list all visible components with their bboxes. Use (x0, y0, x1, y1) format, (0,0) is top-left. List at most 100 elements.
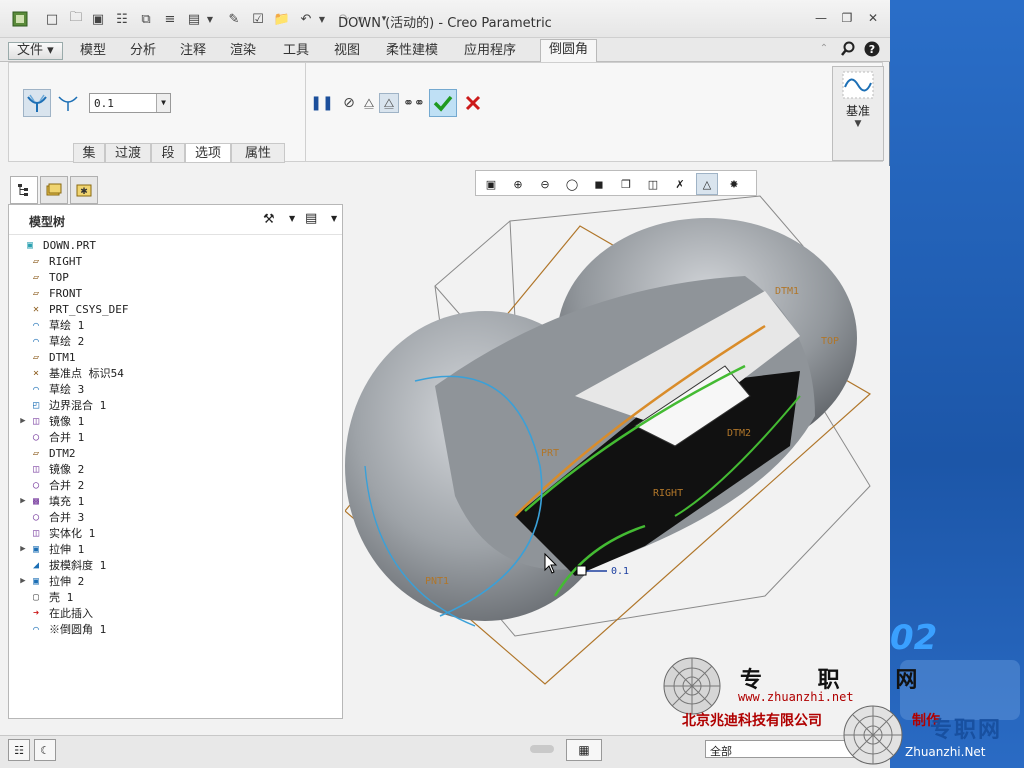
progress-indicator (530, 745, 554, 753)
separate-preview-icon[interactable]: ⧋ (359, 93, 379, 113)
tab-tools[interactable]: 工具 (275, 41, 317, 61)
tree-item[interactable]: ▶ ▩ 填充 1 (9, 493, 84, 509)
merge-icon: ◯ (32, 479, 40, 491)
apply-button[interactable] (429, 89, 457, 117)
datum-point-icon: × (32, 367, 40, 379)
tree-item[interactable]: ▱ RIGHT (9, 253, 82, 269)
repaint-icon[interactable]: ◯ (561, 173, 583, 195)
display-style-icon[interactable]: ◼ (588, 173, 610, 195)
expand-arrow-icon[interactable]: ▶ (17, 416, 29, 426)
tree-item[interactable]: ◯ 合并 2 (9, 477, 84, 493)
tree-item[interactable]: ▢ 壳 1 (9, 589, 73, 605)
zoom-out-icon[interactable]: ⊖ (534, 173, 556, 195)
find-icon[interactable]: ▦ (566, 739, 602, 761)
full-round-icon[interactable] (55, 89, 81, 117)
tree-item[interactable]: ◢ 拔模斜度 1 (9, 557, 106, 573)
verify-preview-icon[interactable]: ⧋ (379, 93, 399, 113)
datum-dropdown-icon[interactable]: ▼ (833, 119, 883, 129)
expand-arrow-icon[interactable]: ▶ (17, 576, 29, 586)
tree-filter-icon[interactable]: ▤ (305, 211, 317, 226)
tab-flexible-modeling[interactable]: 柔性建模 (378, 41, 446, 61)
tab-round[interactable]: 倒圆角 (540, 39, 598, 63)
tab-annotate[interactable]: 注释 (172, 41, 214, 61)
help-icon[interactable]: ? (862, 39, 882, 59)
tree-item[interactable]: ▣ DOWN.PRT (9, 237, 96, 253)
no-preview-icon[interactable]: ⊘ (339, 93, 359, 113)
tree-filter-dropdown-icon[interactable]: ▼ (331, 214, 337, 223)
tree-item[interactable]: ✕ PRT_CSYS_DEF (9, 301, 129, 317)
glasses-preview-icon[interactable]: ⚭⚭ (403, 93, 425, 113)
tree-item[interactable]: ▱ FRONT (9, 285, 82, 301)
tree-item[interactable]: ▶ ▣ 拉伸 2 (9, 573, 84, 589)
tab-view[interactable]: 视图 (326, 41, 368, 61)
tree-item[interactable]: ⌒ 草绘 3 (9, 381, 84, 397)
tree-item-label: 在此插入 (49, 607, 93, 620)
datum-group[interactable]: 基准 ▼ (832, 66, 884, 161)
tree-item[interactable]: ⌒ ※倒圆角 1 (9, 621, 106, 637)
cancel-button[interactable] (461, 89, 485, 117)
tree-settings-icon[interactable]: ⚒ (263, 212, 275, 227)
tree-item[interactable]: ◰ 边界混合 1 (9, 397, 106, 413)
tab-applications[interactable]: 应用程序 (456, 41, 524, 61)
expand-arrow-icon[interactable]: ▶ (17, 544, 29, 554)
tree-item[interactable]: ▶ ▣ 拉伸 1 (9, 541, 84, 557)
tab-render[interactable]: 渲染 (222, 41, 264, 61)
tree-item[interactable]: ➜ 在此插入 (9, 605, 93, 621)
spin-center-icon[interactable]: ✸ (723, 173, 745, 195)
restore-icon[interactable]: ❐ (838, 10, 856, 26)
minimize-ribbon-icon[interactable]: ⌃ (814, 38, 834, 58)
tree-item[interactable]: ◫ 实体化 1 (9, 525, 95, 541)
close-icon[interactable]: ✕ (864, 10, 882, 26)
tab-model[interactable]: 模型 (72, 41, 114, 61)
tab-analysis[interactable]: 分析 (122, 41, 164, 61)
tree-item[interactable]: ⌒ 草绘 2 (9, 333, 84, 349)
radius-drag-handle[interactable] (576, 565, 587, 576)
model-tree-tab-icon[interactable] (10, 176, 38, 204)
search-icon[interactable] (838, 39, 858, 59)
datum-display-icon[interactable]: ✗ (669, 173, 691, 195)
right-label: RIGHT (653, 488, 683, 499)
radius-input[interactable]: 0.1 ▼ (89, 93, 171, 113)
subtab-options[interactable]: 选项 (185, 143, 231, 163)
tree-item-label: DOWN.PRT (43, 238, 96, 252)
favorites-tab-icon[interactable]: ✱ (70, 176, 98, 204)
graphics-viewport[interactable]: 0.1 DTM1 TOP PRT DTM2 RIGHT PNT1 (345, 166, 890, 734)
radius-dropdown-icon[interactable]: ▼ (156, 94, 170, 112)
refit-icon[interactable]: ▣ (480, 173, 502, 195)
desktop-badge: 02 (890, 618, 938, 658)
view-manager-icon[interactable]: ◫ (642, 173, 664, 195)
tab-file[interactable]: 文件 ▾ (8, 42, 63, 60)
mirror-icon: ◫ (32, 415, 40, 427)
annotation-display-icon[interactable]: △ (696, 173, 718, 195)
tree-item[interactable]: ⌒ 草绘 1 (9, 317, 84, 333)
svg-text:?: ? (869, 43, 875, 56)
show-navigator-icon[interactable]: ☷ (8, 739, 30, 761)
tree-item[interactable]: ▱ TOP (9, 269, 69, 285)
tree-item[interactable]: ◫ 镜像 2 (9, 461, 84, 477)
selection-filter[interactable]: 全部 (705, 740, 855, 758)
expand-arrow-icon[interactable]: ▶ (17, 496, 29, 506)
minimize-icon[interactable]: — (812, 10, 830, 26)
shell-icon: ▢ (32, 591, 40, 603)
pause-icon[interactable]: ❚❚ (310, 93, 333, 113)
model-tree-title: 模型树 (29, 215, 66, 229)
zoom-in-icon[interactable]: ⊕ (507, 173, 529, 195)
tree-item[interactable]: × 基准点 标识54 (9, 365, 124, 381)
subtab-transitions[interactable]: 过渡 (105, 143, 151, 163)
folder-browser-tab-icon[interactable] (40, 176, 68, 204)
tree-item-label: 拉伸 2 (49, 575, 85, 588)
tree-item[interactable]: ◯ 合并 3 (9, 509, 84, 525)
tree-settings-dropdown-icon[interactable]: ▼ (289, 214, 295, 223)
subtab-pieces[interactable]: 段 (151, 143, 185, 163)
subtab-sets[interactable]: 集 (73, 143, 105, 163)
show-browser-icon[interactable]: ☾ (34, 739, 56, 761)
tree-item[interactable]: ▱ DTM2 (9, 445, 76, 461)
tree-item[interactable]: ◯ 合并 1 (9, 429, 84, 445)
datum-plane-icon: ▱ (32, 287, 40, 299)
tree-item[interactable]: ▱ DTM1 (9, 349, 76, 365)
subtab-properties[interactable]: 属性 (231, 143, 285, 163)
extrude-icon: ▣ (32, 575, 40, 587)
tree-item[interactable]: ▶ ◫ 镜像 1 (9, 413, 84, 429)
saved-views-icon[interactable]: ❐ (615, 173, 637, 195)
constant-round-icon[interactable] (23, 89, 51, 117)
